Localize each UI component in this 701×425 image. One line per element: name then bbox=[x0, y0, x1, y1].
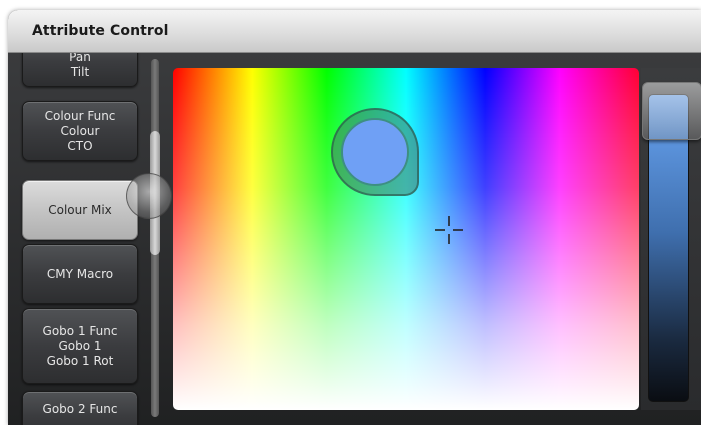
colour-mix-picker[interactable] bbox=[173, 68, 639, 410]
attribute-button-colour-func[interactable]: Colour Func Colour CTO bbox=[22, 101, 138, 161]
button-line: CMY Macro bbox=[46, 266, 114, 281]
attribute-button-colour-mix[interactable]: Colour Mix bbox=[22, 180, 138, 240]
button-line: Tilt bbox=[70, 65, 90, 79]
button-line: Gobo 2 Func bbox=[42, 402, 118, 416]
attribute-button-cmy-macro[interactable]: CMY Macro bbox=[22, 244, 138, 304]
intensity-slider-panel bbox=[641, 68, 701, 410]
button-line: CTO bbox=[67, 138, 93, 153]
button-line: Gobo 1 bbox=[58, 338, 102, 353]
title-bar: Attribute Control bbox=[8, 10, 701, 53]
button-line: Pan bbox=[69, 53, 91, 64]
selected-colour-swatch bbox=[341, 118, 409, 186]
intensity-slider-track[interactable] bbox=[648, 94, 689, 402]
window-title: Attribute Control bbox=[32, 23, 169, 39]
selected-colour-marker[interactable] bbox=[331, 108, 419, 196]
attribute-button-gobo-1-func[interactable]: Gobo 1 Func Gobo 1 Gobo 1 Rot bbox=[22, 308, 138, 384]
list-scroll-knob[interactable] bbox=[126, 173, 172, 219]
attribute-control-window: Attribute Control Pan Tilt Colour Func C… bbox=[8, 10, 701, 425]
button-line: Colour Mix bbox=[48, 202, 112, 217]
attribute-button-list: Pan Tilt Colour Func Colour CTO Colour M… bbox=[8, 53, 158, 425]
button-line: Gobo 1 Func bbox=[42, 323, 118, 338]
intensity-slider-thumb[interactable] bbox=[642, 81, 701, 140]
attribute-button-pan-tilt[interactable]: Pan Tilt bbox=[22, 53, 138, 87]
button-line: Colour bbox=[60, 123, 100, 138]
button-line: Gobo 1 Rot bbox=[46, 353, 114, 368]
attribute-button-gobo-2-func[interactable]: Gobo 2 Func bbox=[22, 391, 138, 425]
crosshair-icon bbox=[435, 216, 463, 244]
content-area: Pan Tilt Colour Func Colour CTO Colour M… bbox=[8, 53, 701, 425]
button-line: Colour Func bbox=[44, 108, 116, 123]
